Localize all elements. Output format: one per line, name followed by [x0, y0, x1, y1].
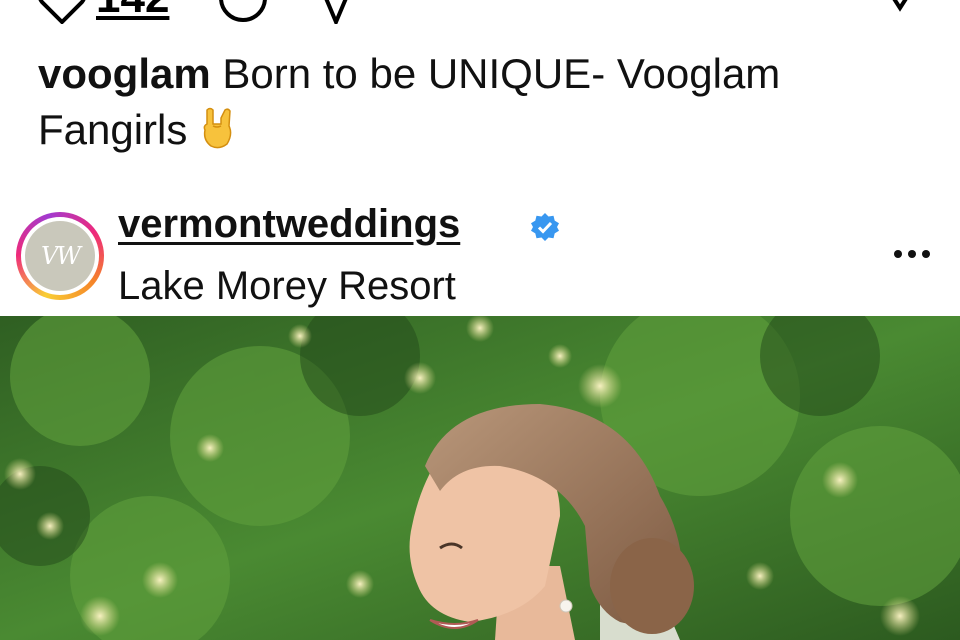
- verified-badge-icon: [531, 213, 559, 241]
- caption-username[interactable]: vooglam: [38, 50, 211, 97]
- rock-on-hand-emoji: [203, 107, 232, 149]
- like-count[interactable]: 142: [96, 0, 169, 20]
- post-header: VW vermontweddings Lake Morey Resort: [0, 200, 960, 316]
- avatar-monogram: VW: [25, 221, 95, 291]
- comment-icon[interactable]: [216, 0, 270, 24]
- post-location[interactable]: Lake Morey Resort: [118, 264, 456, 309]
- bookmark-icon[interactable]: [878, 0, 922, 24]
- more-options-icon[interactable]: [888, 240, 936, 268]
- post-caption: vooglam Born to be UNIQUE- Vooglam Fangi…: [38, 46, 918, 158]
- post-action-bar: 142: [0, 0, 960, 24]
- heart-icon[interactable]: [36, 0, 88, 24]
- avatar-frame: VW: [21, 217, 99, 295]
- post-photo[interactable]: [0, 316, 960, 640]
- post-username[interactable]: vermontweddings: [118, 202, 460, 247]
- share-icon[interactable]: [316, 0, 356, 24]
- avatar[interactable]: VW: [16, 212, 104, 300]
